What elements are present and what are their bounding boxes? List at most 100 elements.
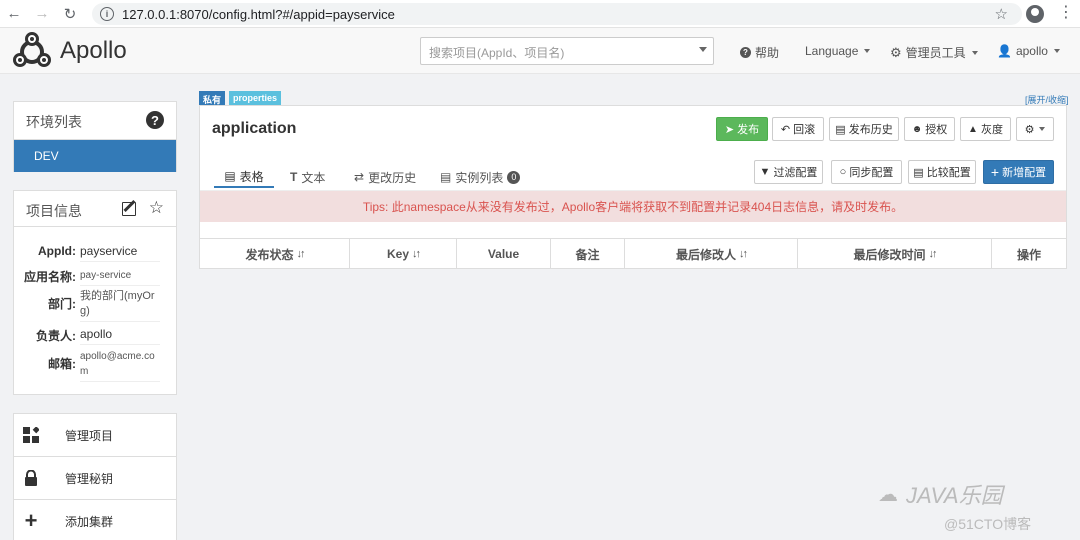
apps-icon bbox=[23, 427, 39, 443]
flask-icon: ▲ bbox=[968, 123, 978, 135]
config-table-header: 发布状态 ↓↑ Key ↓↑ Value 备注 最后修改人 ↓↑ 最后修改时间 … bbox=[200, 238, 1066, 269]
column-header: Value bbox=[457, 239, 551, 269]
tab-history[interactable]: ⇄ 更改历史 bbox=[354, 166, 416, 188]
bookmark-star-icon[interactable]: ☆ bbox=[995, 5, 1008, 23]
user-icon: ☻ bbox=[911, 123, 923, 135]
info-value: apollo@acme.com bbox=[80, 349, 160, 382]
site-info-icon[interactable]: i bbox=[100, 7, 114, 21]
info-key: 应用名称: bbox=[24, 270, 76, 284]
sort-icon: ↓↑ bbox=[412, 248, 421, 260]
rollback-icon: ↶ bbox=[780, 123, 791, 136]
release-history-label: 发布历史 bbox=[848, 124, 893, 136]
user-dropdown[interactable]: 👤 apollo bbox=[997, 44, 1060, 58]
caret-down-icon bbox=[1039, 127, 1046, 131]
reload-icon[interactable]: ↻ bbox=[56, 0, 84, 28]
filter-config-button[interactable]: ▼ 过滤配置 bbox=[754, 160, 823, 184]
question-circle-icon: ? bbox=[740, 47, 751, 58]
column-header[interactable]: 最后修改时间 ↓↑ bbox=[798, 239, 992, 269]
project-search-select[interactable]: 搜索项目(AppId、项目名) bbox=[420, 37, 714, 65]
info-row-email: 邮箱: apollo@acme.com bbox=[14, 349, 178, 382]
chevron-down-icon bbox=[699, 47, 707, 52]
sync-config-label: 同步配置 bbox=[849, 167, 894, 179]
column-header[interactable]: 最后修改人 ↓↑ bbox=[625, 239, 798, 269]
env-list-header: 环境列表 ? bbox=[14, 102, 176, 140]
add-config-button[interactable]: + 新增配置 bbox=[983, 160, 1054, 184]
release-history-button[interactable]: ▤ 发布历史 bbox=[829, 117, 899, 141]
search-placeholder: 搜索项目(AppId、项目名) bbox=[429, 46, 565, 60]
back-icon[interactable]: ← bbox=[0, 0, 28, 28]
rollback-label: 回滚 bbox=[793, 124, 816, 136]
column-header[interactable]: 发布状态 ↓↑ bbox=[200, 239, 350, 269]
authorize-label: 授权 bbox=[925, 124, 948, 136]
question-icon[interactable]: ? bbox=[146, 111, 164, 129]
help-label: 帮助 bbox=[755, 46, 780, 60]
manage-secret-item[interactable]: 管理秘钥 bbox=[14, 457, 176, 500]
browser-account-icon[interactable] bbox=[1026, 5, 1044, 23]
edit-icon[interactable] bbox=[122, 202, 136, 216]
add-config-label: 新增配置 bbox=[1002, 167, 1047, 179]
tab-text[interactable]: T 文本 bbox=[290, 166, 325, 188]
logo-text: Apollo bbox=[60, 37, 127, 64]
browser-menu-icon[interactable]: ⋮ bbox=[1058, 4, 1074, 22]
tab-table[interactable]: ▤ 表格 bbox=[214, 166, 274, 188]
user-icon: 👤 bbox=[997, 44, 1012, 58]
star-icon[interactable]: ☆ bbox=[149, 198, 164, 218]
sync-config-button[interactable]: ○ 同步配置 bbox=[831, 160, 902, 184]
manage-project-label: 管理项目 bbox=[65, 428, 114, 443]
language-dropdown[interactable]: Language bbox=[805, 44, 871, 58]
sync-icon: ○ bbox=[839, 166, 847, 178]
caret-down-icon bbox=[971, 50, 978, 55]
lock-icon bbox=[23, 470, 39, 486]
add-cluster-item[interactable]: + 添加集群 bbox=[14, 500, 176, 540]
address-bar[interactable]: i 127.0.0.1:8070/config.html?#/appid=pay… bbox=[92, 3, 1022, 25]
tab-history-label: 更改历史 bbox=[368, 170, 417, 185]
info-key: AppId: bbox=[38, 244, 76, 258]
browser-toolbar: ← → ↻ i 127.0.0.1:8070/config.html?#/app… bbox=[0, 0, 1080, 28]
gray-release-button[interactable]: ▲ 灰度 bbox=[960, 117, 1011, 141]
info-value: 我的部门(myOrg) bbox=[80, 289, 160, 322]
forward-icon[interactable]: → bbox=[28, 0, 56, 28]
column-label: 操作 bbox=[1016, 247, 1041, 262]
namespace-panel: application ➤ 发布 ↶ 回滚 ▤ 发布历史 ☻ 授权 ▲ 灰度 ⚙… bbox=[199, 105, 1067, 269]
watermark-brand: JAVA乐园 bbox=[906, 483, 1003, 508]
authorize-button[interactable]: ☻ 授权 bbox=[904, 117, 955, 141]
env-list-panel: 环境列表 ? DEV bbox=[13, 101, 177, 172]
info-key: 部门: bbox=[48, 297, 76, 311]
sort-icon: ↓↑ bbox=[296, 248, 306, 260]
tab-table-label: 表格 bbox=[239, 169, 264, 184]
info-key: 邮箱: bbox=[48, 357, 76, 371]
column-header[interactable]: Key ↓↑ bbox=[350, 239, 457, 269]
apollo-logo[interactable]: Apollo bbox=[12, 31, 127, 71]
tab-instances-label: 实例列表 bbox=[455, 170, 504, 185]
add-cluster-label: 添加集群 bbox=[65, 514, 114, 529]
instances-count-badge: 0 bbox=[507, 170, 521, 184]
column-label: Value bbox=[487, 247, 520, 261]
env-item-dev[interactable]: DEV bbox=[14, 140, 176, 172]
settings-dropdown-button[interactable]: ⚙ bbox=[1016, 117, 1054, 141]
rollback-button[interactable]: ↶ 回滚 bbox=[772, 117, 824, 141]
column-label: 备注 bbox=[575, 247, 600, 262]
tab-instances[interactable]: ▤ 实例列表 0 bbox=[440, 166, 521, 188]
project-info-panel: 项目信息 ☆ AppId: payservice 应用名称: pay-servi… bbox=[13, 190, 177, 395]
gear-icon: ⚙ bbox=[890, 44, 902, 60]
sort-icon: ↓↑ bbox=[739, 248, 748, 260]
admin-tools-dropdown[interactable]: ⚙ 管理员工具 bbox=[890, 44, 978, 61]
info-key: 负责人: bbox=[36, 329, 76, 343]
publish-button[interactable]: ➤ 发布 bbox=[716, 117, 768, 141]
column-header: 操作 bbox=[992, 239, 1066, 269]
filter-icon: ▼ bbox=[759, 166, 771, 178]
send-icon: ➤ bbox=[724, 123, 735, 136]
manage-project-item[interactable]: 管理项目 bbox=[14, 414, 176, 457]
manage-secret-label: 管理秘钥 bbox=[65, 471, 114, 486]
info-value: pay-service bbox=[80, 268, 160, 286]
project-info-title: 项目信息 bbox=[26, 203, 82, 219]
apollo-logo-icon bbox=[13, 32, 51, 67]
column-header: 备注 bbox=[551, 239, 625, 269]
help-link[interactable]: ? 帮助 bbox=[740, 44, 779, 61]
compare-config-button[interactable]: ▤ 比较配置 bbox=[908, 160, 976, 184]
sort-icon: ↓↑ bbox=[928, 248, 938, 260]
app-navbar: Apollo 搜索项目(AppId、项目名) ? 帮助 Language ⚙ 管… bbox=[0, 28, 1080, 74]
compare-config-label: 比较配置 bbox=[926, 167, 971, 179]
column-label: 最后修改人 bbox=[675, 247, 736, 262]
management-panel: 管理项目 管理秘钥 + 添加集群 bbox=[13, 413, 177, 540]
